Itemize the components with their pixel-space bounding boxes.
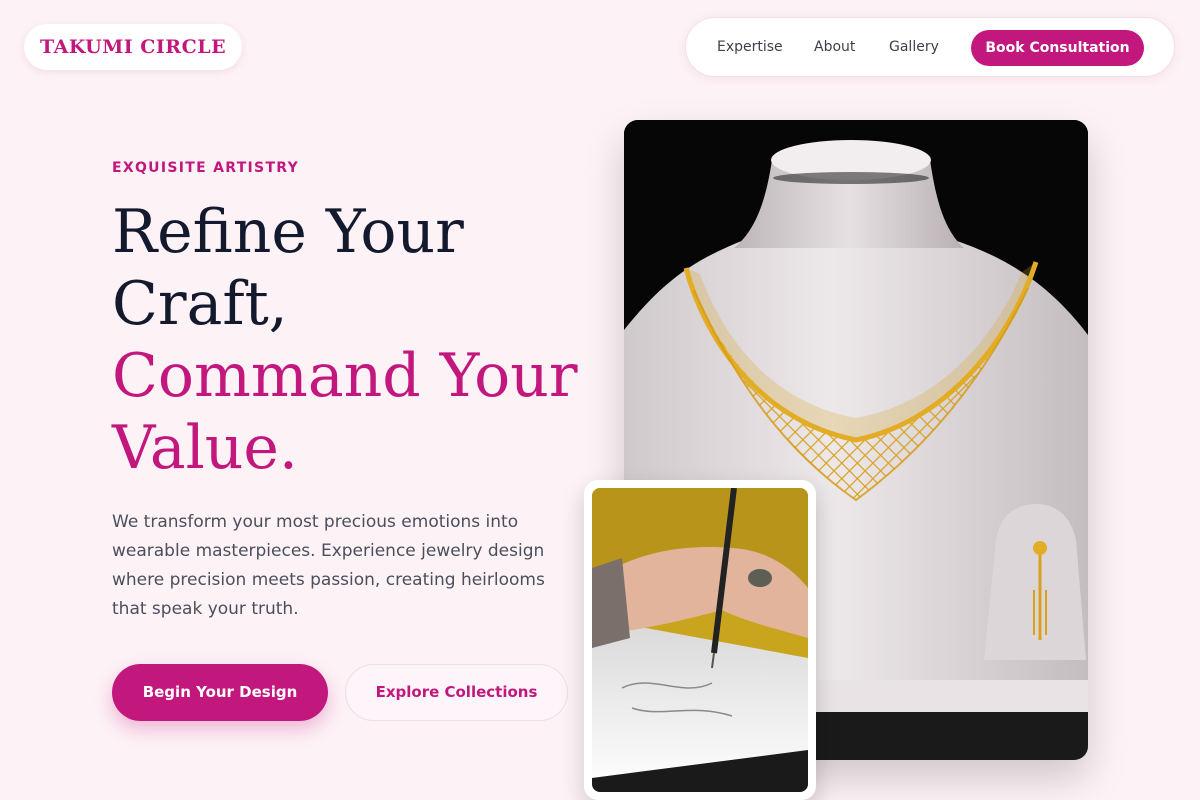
hero-description: We transform your most precious emotions… (112, 512, 545, 619)
hand-sketching-illustration (592, 488, 808, 792)
sketch-photo-card (584, 480, 816, 800)
headline-line-1: Refine Your (112, 197, 464, 267)
hero-headline: Refine Your Craft, Command Your Value. (112, 196, 592, 484)
explore-collections-button[interactable]: Explore Collections (345, 664, 568, 721)
hero-eyebrow: EXQUISITE ARTISTRY (112, 160, 300, 176)
top-navigation: Expertise About Gallery Book Consultatio… (685, 17, 1175, 77)
nav-link-expertise[interactable]: Expertise (717, 18, 783, 78)
nav-link-about[interactable]: About (814, 18, 855, 78)
book-consultation-button[interactable]: Book Consultation (971, 30, 1144, 66)
headline-line-2: Craft, (112, 269, 288, 339)
nav-link-gallery[interactable]: Gallery (889, 18, 939, 78)
sketch-photo (592, 488, 808, 792)
brand-logo[interactable]: TAKUMI CIRCLE (24, 24, 243, 70)
begin-design-button[interactable]: Begin Your Design (112, 664, 328, 721)
headline-accent-line-2: Value. (112, 413, 299, 483)
headline-accent-line-1: Command Your (112, 341, 578, 411)
